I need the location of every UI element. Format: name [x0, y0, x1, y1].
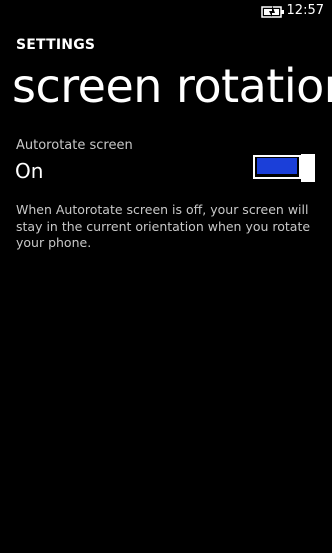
autorotate-toggle[interactable] [253, 154, 317, 182]
clock: 12:57 [286, 3, 324, 18]
battery-charging-icon [261, 4, 285, 18]
autorotate-label: Autorotate screen [16, 138, 133, 153]
toggle-fill [257, 158, 297, 174]
status-bar: 12:57 [0, 0, 332, 22]
toggle-thumb[interactable] [301, 154, 315, 182]
autorotate-description: When Autorotate screen is off, your scre… [16, 202, 311, 250]
settings-page: 12:57 SETTINGS screen rotation Autorotat… [0, 0, 332, 553]
page-title: screen rotation [12, 59, 332, 113]
app-title: SETTINGS [16, 37, 96, 53]
autorotate-state: On [15, 159, 44, 183]
